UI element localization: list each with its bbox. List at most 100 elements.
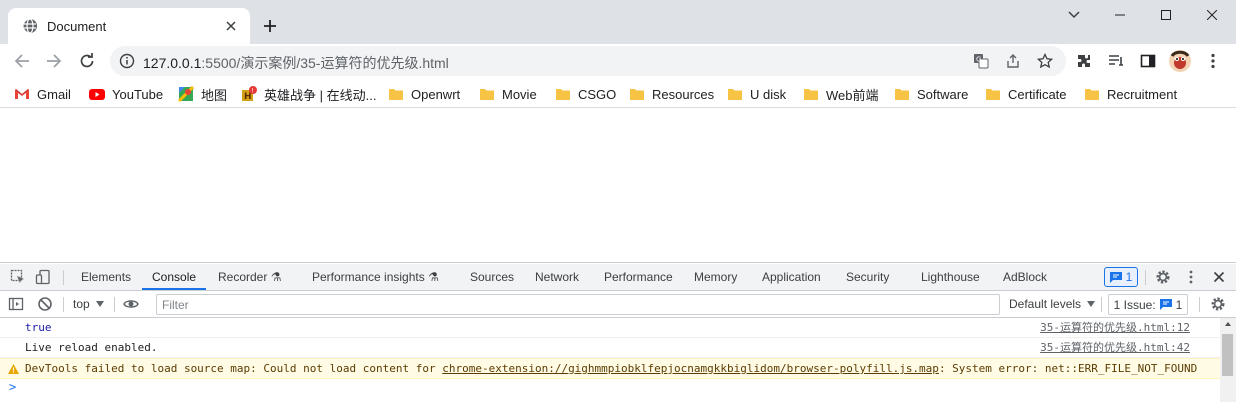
console-filter-input[interactable]: Filter [156, 294, 1000, 315]
settings-gear-icon[interactable] [1155, 269, 1171, 285]
youtube-icon [89, 86, 105, 102]
console-scrollbar[interactable] [1220, 318, 1236, 402]
extensions-icon[interactable] [1072, 49, 1096, 73]
tab-application[interactable]: Application [762, 264, 821, 290]
profile-avatar[interactable] [1168, 49, 1192, 73]
console-settings-icon[interactable] [1210, 296, 1226, 312]
inspect-element-icon[interactable] [10, 269, 26, 285]
divider [114, 297, 115, 312]
sidebar-toggle-icon[interactable] [8, 296, 24, 312]
bookmark-folder-certificate[interactable]: Certificate [985, 84, 1067, 104]
context-selector[interactable]: top [73, 297, 104, 311]
dropdown-arrow-icon [1087, 301, 1096, 307]
tab-strip: Document [0, 0, 1236, 44]
bookmark-folder-movie[interactable]: Movie [479, 84, 537, 104]
bookmark-gmail[interactable]: Gmail [14, 84, 71, 104]
device-toolbar-icon[interactable] [35, 269, 51, 285]
console-text: Live reload enabled. [25, 341, 158, 354]
close-window-icon[interactable] [1189, 0, 1235, 30]
share-icon[interactable] [1005, 53, 1021, 69]
reload-button[interactable] [75, 49, 99, 73]
close-devtools-icon[interactable] [1211, 269, 1227, 285]
tab-performance[interactable]: Performance [604, 264, 673, 290]
flask-icon: ⚗ [270, 270, 282, 284]
tab-security[interactable]: Security [846, 264, 889, 290]
log-levels-dropdown[interactable]: Default levels [1009, 297, 1096, 311]
flask-icon: ⚗ [428, 270, 439, 284]
page-viewport[interactable] [0, 109, 1236, 263]
url-text: 127.0.0.1:5500/演示案例/35-运算符的优先级.html [143, 55, 449, 71]
translate-icon[interactable]: G [973, 53, 989, 69]
menu-dots-icon[interactable] [1201, 49, 1225, 73]
bookmark-folder-resources[interactable]: Resources [629, 84, 714, 104]
tab-search-icon[interactable] [1051, 0, 1097, 30]
globe-icon [22, 18, 38, 34]
maps-icon [178, 86, 194, 102]
folder-icon [555, 86, 571, 102]
scroll-up-icon[interactable] [1220, 318, 1236, 330]
bookmark-youtube[interactable]: YouTube [89, 84, 163, 104]
issues-badge[interactable]: 1 [1104, 267, 1138, 287]
back-button[interactable] [10, 49, 34, 73]
issues-button[interactable]: 1 Issue: 1 [1108, 294, 1188, 315]
tab-memory[interactable]: Memory [694, 264, 737, 290]
site-info-icon[interactable] [119, 53, 135, 69]
console-message: Live reload enabled. 35-运算符的优先级.html:42 [0, 338, 1220, 358]
scroll-thumb[interactable] [1222, 334, 1233, 376]
tab-sources[interactable]: Sources [470, 264, 514, 290]
bookmark-folder-recruitment[interactable]: Recruitment [1084, 84, 1177, 104]
bookmark-game[interactable]: H! 英雄战争 | 在线动... [241, 84, 376, 104]
maximize-icon[interactable] [1143, 0, 1189, 30]
svg-text:G: G [976, 56, 981, 64]
side-panel-icon[interactable] [1136, 49, 1160, 73]
reading-list-icon[interactable] [1104, 49, 1128, 73]
tab-network[interactable]: Network [535, 264, 579, 290]
folder-icon [479, 86, 495, 102]
source-link[interactable]: 35-运算符的优先级.html:42 [1040, 338, 1190, 358]
clear-console-icon[interactable] [37, 296, 53, 312]
more-options-icon[interactable] [1183, 269, 1199, 285]
browser-toolbar: 127.0.0.1:5500/演示案例/35-运算符的优先级.html G [0, 44, 1236, 78]
svg-text:H: H [244, 92, 252, 102]
bookmark-folder-software[interactable]: Software [894, 84, 968, 104]
tab-elements[interactable]: Elements [81, 264, 131, 290]
console-prompt[interactable]: > [9, 380, 16, 394]
console-warning: DevTools failed to load source map: Coul… [0, 358, 1220, 379]
folder-icon [985, 86, 1001, 102]
tab-adblock[interactable]: AdBlock [1003, 264, 1047, 290]
console-message: true 35-运算符的优先级.html:12 [0, 318, 1220, 338]
forward-button[interactable] [42, 49, 66, 73]
folder-icon [629, 86, 645, 102]
new-tab-button[interactable] [258, 14, 282, 38]
gmail-icon [14, 86, 30, 102]
console-toolbar: top Filter Default levels 1 Issue: 1 [0, 291, 1236, 318]
browser-tab[interactable]: Document [8, 8, 250, 44]
bookmark-folder-openwrt[interactable]: Openwrt [388, 84, 460, 104]
console-value: true [25, 321, 52, 334]
source-link[interactable]: 35-运算符的优先级.html:12 [1040, 318, 1190, 338]
divider [63, 270, 64, 285]
divider [1145, 270, 1146, 285]
address-bar[interactable]: 127.0.0.1:5500/演示案例/35-运算符的优先级.html G [110, 46, 1066, 76]
bookmark-folder-csgo[interactable]: CSGO [555, 84, 616, 104]
console-output: true 35-运算符的优先级.html:12 Live reload enab… [0, 318, 1220, 402]
tab-recorder[interactable]: Recorder ⚗ [218, 264, 281, 290]
bookmark-maps[interactable]: 地图 [178, 84, 227, 104]
live-expression-eye-icon[interactable] [123, 296, 139, 312]
minimize-icon[interactable] [1097, 0, 1143, 30]
close-tab-icon[interactable] [222, 17, 240, 35]
warning-source-link[interactable]: chrome-extension://gighmmpiobklfepjocnam… [442, 362, 939, 375]
svg-text:!: ! [252, 88, 254, 95]
divider [1199, 297, 1200, 312]
folder-icon [803, 86, 819, 102]
message-icon [1159, 299, 1172, 310]
folder-icon [727, 86, 743, 102]
tab-performance-insights[interactable]: Performance insights ⚗ [312, 264, 439, 290]
bookmark-folder-udisk[interactable]: U disk [727, 84, 786, 104]
tab-console[interactable]: Console [142, 264, 207, 290]
bookmark-folder-web[interactable]: Web前端 [803, 84, 879, 104]
bookmark-star-icon[interactable] [1037, 53, 1053, 69]
game-icon: H! [241, 86, 257, 102]
bookmarks-bar: Gmail YouTube 地图 H! 英雄战争 | 在线动... Openwr… [0, 80, 1236, 108]
tab-lighthouse[interactable]: Lighthouse [921, 264, 980, 290]
